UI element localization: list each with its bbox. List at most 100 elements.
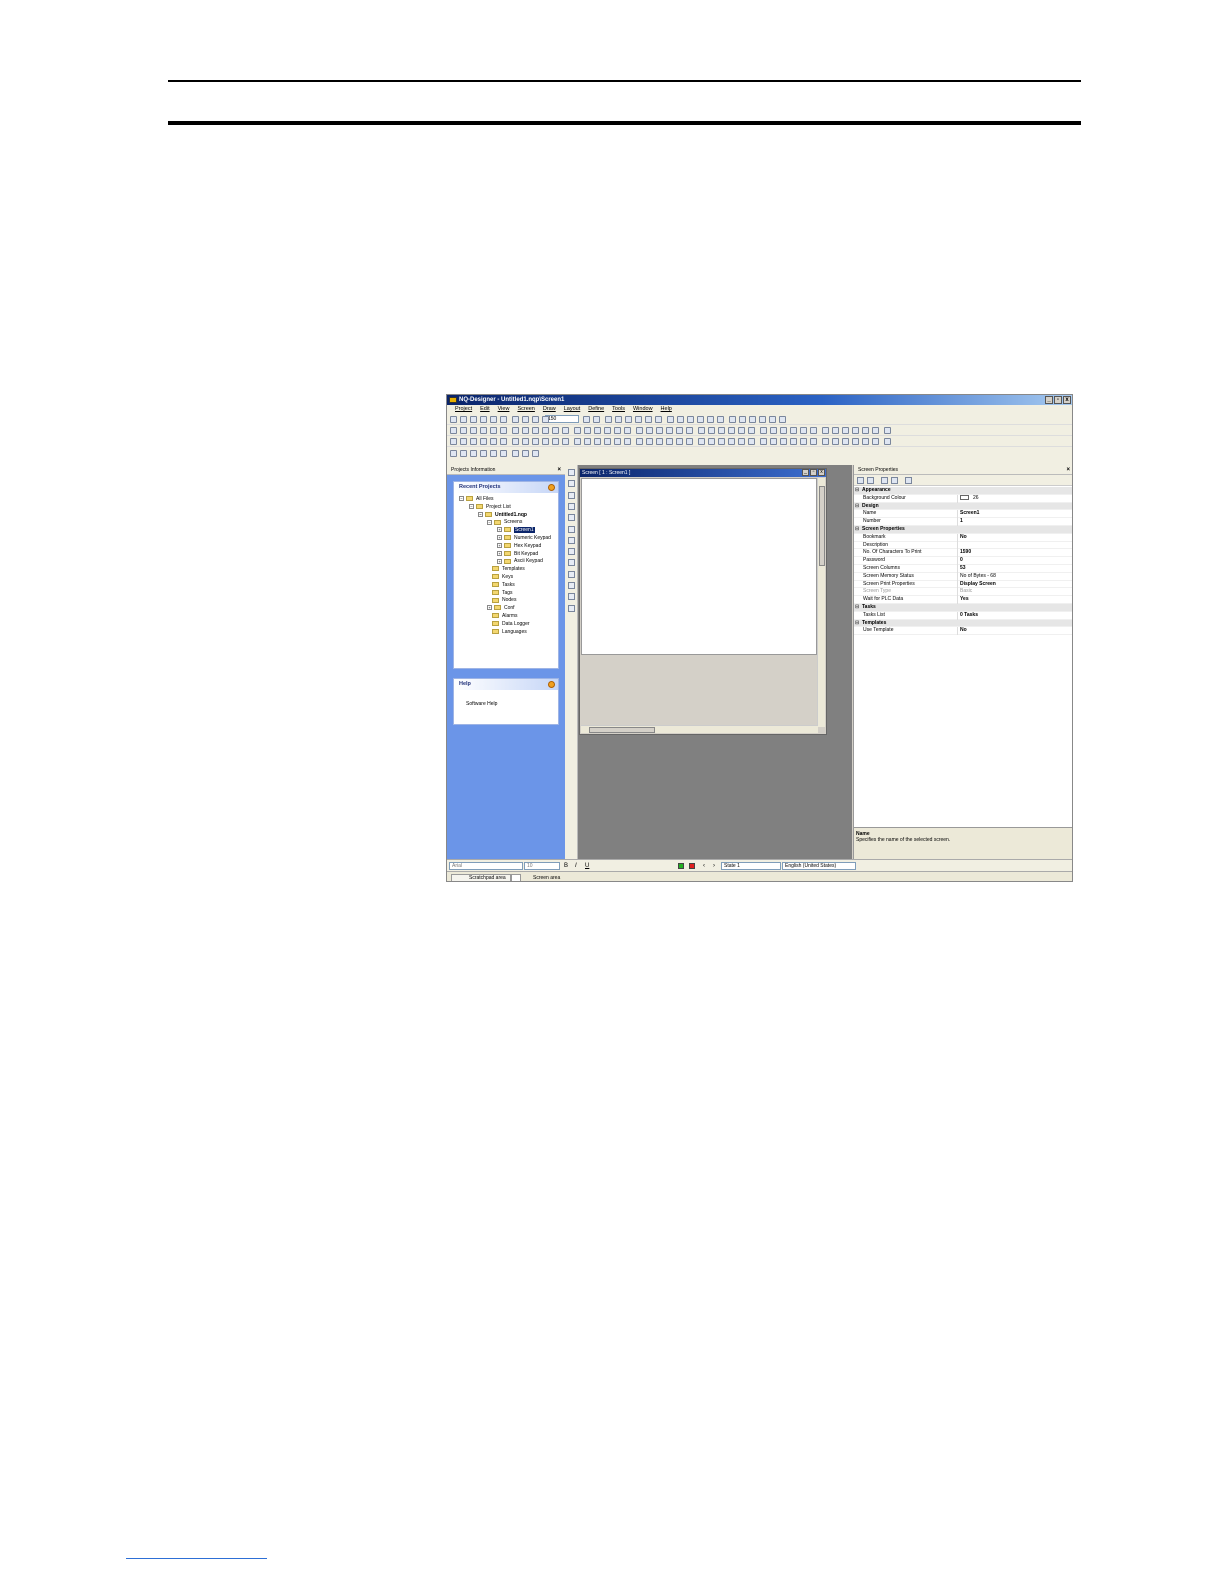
- toolbar-button-icon[interactable]: [697, 416, 704, 423]
- menu-help[interactable]: Help: [661, 405, 672, 414]
- tree-node[interactable]: Templates: [492, 565, 525, 573]
- software-help-link[interactable]: Software Help: [466, 701, 497, 707]
- menu-draw[interactable]: Draw: [543, 405, 556, 414]
- toolbar-button-icon[interactable]: [718, 438, 725, 445]
- expand-node-icon[interactable]: +: [497, 550, 502, 556]
- toolbar-button-icon[interactable]: [656, 438, 663, 445]
- alphabetical-icon[interactable]: [867, 477, 874, 484]
- toolbar-button-icon[interactable]: [490, 438, 497, 445]
- collapse-node-icon[interactable]: −: [469, 503, 474, 509]
- toolbar-button-icon[interactable]: [460, 416, 467, 423]
- property-category[interactable]: Templates: [854, 619, 1072, 628]
- property-row[interactable]: No. Of Characters To Print 1590: [854, 549, 1072, 558]
- tree-node[interactable]: + Screen1: [497, 526, 535, 534]
- toolbar-button-icon[interactable]: [522, 438, 529, 445]
- zoom-combo[interactable]: 150: [545, 415, 579, 423]
- properties-panel-close-icon[interactable]: ×: [1066, 465, 1070, 475]
- toolbar-button-icon[interactable]: [800, 427, 807, 434]
- toolbar-button-icon[interactable]: [636, 438, 643, 445]
- horizontal-scrollbar[interactable]: [581, 725, 818, 733]
- property-row[interactable]: Screen Columns 53: [854, 565, 1072, 573]
- property-category[interactable]: Appearance: [854, 487, 1072, 495]
- collapse-node-icon[interactable]: −: [487, 519, 492, 525]
- toolbar-button-icon[interactable]: [490, 450, 497, 457]
- property-row[interactable]: Background Colour 26: [854, 494, 1072, 503]
- collapse-node-icon[interactable]: −: [459, 496, 464, 502]
- toolbar-button-icon[interactable]: [852, 427, 859, 434]
- toolbar-button-icon[interactable]: [738, 427, 745, 434]
- toolbar-button-icon[interactable]: [749, 416, 756, 423]
- property-row[interactable]: Tasks List 0 Tasks: [854, 611, 1072, 620]
- toolbar-button-icon[interactable]: [667, 416, 674, 423]
- toolbar-button-icon[interactable]: [676, 438, 683, 445]
- toolbar-button-icon[interactable]: [646, 438, 653, 445]
- property-value[interactable]: No of Bytes - 68: [957, 572, 1072, 581]
- toolbar-button-icon[interactable]: [522, 450, 529, 457]
- toolbar-button-icon[interactable]: [450, 438, 457, 445]
- toolbar-button-icon[interactable]: [480, 416, 487, 423]
- toolbar-button-icon[interactable]: [532, 450, 539, 457]
- property-row[interactable]: Use Template No: [854, 627, 1072, 636]
- toolbar-button-icon[interactable]: [522, 427, 529, 434]
- toolbar-button-icon[interactable]: [810, 427, 817, 434]
- property-value[interactable]: No: [957, 533, 1072, 542]
- toolbar-button-icon[interactable]: [666, 438, 673, 445]
- draw-tool-icon[interactable]: [568, 536, 575, 544]
- toolbar-button-icon[interactable]: [884, 438, 891, 445]
- state-combo[interactable]: State 1: [721, 862, 781, 870]
- toolbar-button-icon[interactable]: [480, 438, 487, 445]
- toolbar-button-icon[interactable]: [542, 416, 549, 423]
- tree-node[interactable]: Nodes: [492, 596, 516, 604]
- collapse-icon[interactable]: [548, 484, 555, 491]
- toolbar-button-icon[interactable]: [574, 427, 581, 434]
- property-category[interactable]: Tasks: [854, 604, 1072, 612]
- toolbar-button-icon[interactable]: [708, 438, 715, 445]
- toolbar-button-icon[interactable]: [822, 438, 829, 445]
- property-row[interactable]: Screen Memory Status No of Bytes - 68: [854, 572, 1072, 581]
- draw-tool-icon[interactable]: [568, 570, 575, 578]
- minimize-button[interactable]: _: [1045, 396, 1053, 404]
- toolbar-button-icon[interactable]: [770, 438, 777, 445]
- property-value[interactable]: 1590: [957, 549, 1072, 558]
- toolbar-button-icon[interactable]: [512, 416, 519, 423]
- property-value[interactable]: 26: [957, 494, 1072, 503]
- menu-define[interactable]: Define: [588, 405, 604, 414]
- toolbar-button-icon[interactable]: [605, 416, 612, 423]
- toolbar-button-icon[interactable]: [862, 438, 869, 445]
- property-value[interactable]: [957, 541, 1072, 550]
- tree-node[interactable]: + Conf: [487, 604, 515, 612]
- toolbar-button-icon[interactable]: [542, 438, 549, 445]
- toolbar-button-icon[interactable]: [646, 427, 653, 434]
- property-value[interactable]: Basic: [957, 588, 1072, 597]
- menu-screen[interactable]: Screen: [517, 405, 534, 414]
- toolbar-button-icon[interactable]: [636, 427, 643, 434]
- menu-view[interactable]: View: [498, 405, 510, 414]
- toolbar-button-icon[interactable]: [470, 450, 477, 457]
- toolbar-button-icon[interactable]: [676, 427, 683, 434]
- green-color-icon[interactable]: [678, 863, 684, 869]
- restore-button[interactable]: ▫: [1054, 396, 1062, 404]
- toolbar-button-icon[interactable]: [738, 438, 745, 445]
- toolbar-button-icon[interactable]: [822, 427, 829, 434]
- toolbar-button-icon[interactable]: [708, 427, 715, 434]
- close-button[interactable]: x: [1063, 396, 1071, 404]
- toolbar-button-icon[interactable]: [500, 427, 507, 434]
- toolbar-button-icon[interactable]: [728, 427, 735, 434]
- categorized-icon[interactable]: [857, 477, 864, 484]
- draw-tool-icon[interactable]: [568, 559, 575, 567]
- draw-tool-icon[interactable]: [568, 604, 575, 612]
- toolbar-button-icon[interactable]: [614, 438, 621, 445]
- toolbar-button-icon[interactable]: [450, 450, 457, 457]
- toolbar-button-icon[interactable]: [604, 438, 611, 445]
- toolbar-button-icon[interactable]: [512, 450, 519, 457]
- toolbar-button-icon[interactable]: [686, 438, 693, 445]
- toolbar-button-icon[interactable]: [500, 416, 507, 423]
- screen-restore-button[interactable]: ▫: [810, 469, 817, 476]
- toolbar-button-icon[interactable]: [748, 438, 755, 445]
- property-category[interactable]: Design: [854, 502, 1072, 511]
- toolbar-button-icon[interactable]: [552, 427, 559, 434]
- property-row[interactable]: Password 0: [854, 557, 1072, 565]
- toolbar-button-icon[interactable]: [759, 416, 766, 423]
- toolbar-button-icon[interactable]: [832, 427, 839, 434]
- tree-node[interactable]: − Project List: [469, 503, 511, 511]
